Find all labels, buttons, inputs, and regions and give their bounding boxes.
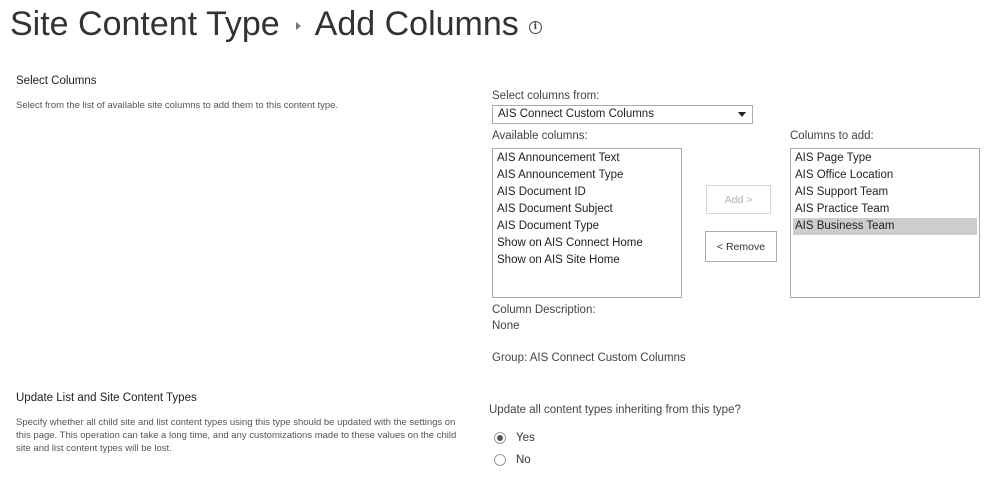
column-group-text: Group: AIS Connect Custom Columns	[492, 352, 686, 364]
available-column-option[interactable]: Show on AIS Connect Home	[495, 235, 679, 252]
breadcrumb-parent[interactable]: Site Content Type	[10, 5, 280, 44]
update-types-question: Update all content types inheriting from…	[489, 404, 741, 416]
update-no-label: No	[516, 454, 531, 466]
available-columns-listbox[interactable]: AIS Announcement Text AIS Announcement Ty…	[492, 148, 682, 298]
page-title: Site Content Type Add Columns i	[10, 2, 542, 46]
remove-column-button[interactable]: < Remove	[705, 231, 777, 262]
available-column-option[interactable]: Show on AIS Site Home	[495, 252, 679, 269]
available-column-option[interactable]: AIS Announcement Text	[495, 150, 679, 167]
dropdown-arrow-icon	[738, 112, 746, 117]
available-column-option[interactable]: AIS Document Subject	[495, 201, 679, 218]
select-columns-description: Select from the list of available site c…	[16, 100, 339, 111]
columns-to-add-listbox[interactable]: AIS Page Type AIS Office Location AIS Supp…	[790, 148, 980, 298]
columns-to-add-label: Columns to add:	[790, 130, 874, 142]
column-to-add-option[interactable]: AIS Business Team	[793, 218, 977, 235]
column-description-value: None	[492, 320, 520, 332]
update-types-heading: Update List and Site Content Types	[16, 392, 197, 404]
column-description-label: Column Description:	[492, 304, 596, 316]
columns-group-select-value: AIS Connect Custom Columns	[498, 108, 654, 120]
select-columns-heading: Select Columns	[16, 75, 97, 87]
select-columns-from-label: Select columns from:	[492, 90, 600, 102]
column-to-add-option[interactable]: AIS Practice Team	[793, 201, 977, 218]
available-column-option[interactable]: AIS Announcement Type	[495, 167, 679, 184]
breadcrumb-current: Add Columns	[314, 4, 519, 43]
available-column-option[interactable]: AIS Document Type	[495, 218, 679, 235]
update-no-option[interactable]: No	[494, 454, 531, 466]
update-no-radio[interactable]	[494, 454, 506, 466]
info-icon[interactable]: i	[528, 20, 542, 34]
update-yes-option[interactable]: Yes	[494, 432, 535, 444]
column-to-add-option[interactable]: AIS Support Team	[793, 184, 977, 201]
available-column-option[interactable]: AIS Document ID	[495, 184, 679, 201]
update-yes-label: Yes	[516, 432, 535, 444]
update-types-description: Specify whether all child site and list …	[16, 417, 457, 454]
add-column-button[interactable]: Add >	[706, 185, 771, 214]
columns-group-select[interactable]: AIS Connect Custom Columns	[492, 105, 753, 124]
column-to-add-option[interactable]: AIS Page Type	[793, 150, 977, 167]
update-yes-radio[interactable]	[494, 432, 506, 444]
available-columns-label: Available columns:	[492, 130, 588, 142]
column-to-add-option[interactable]: AIS Office Location	[793, 167, 977, 184]
breadcrumb-separator-icon	[295, 22, 301, 30]
